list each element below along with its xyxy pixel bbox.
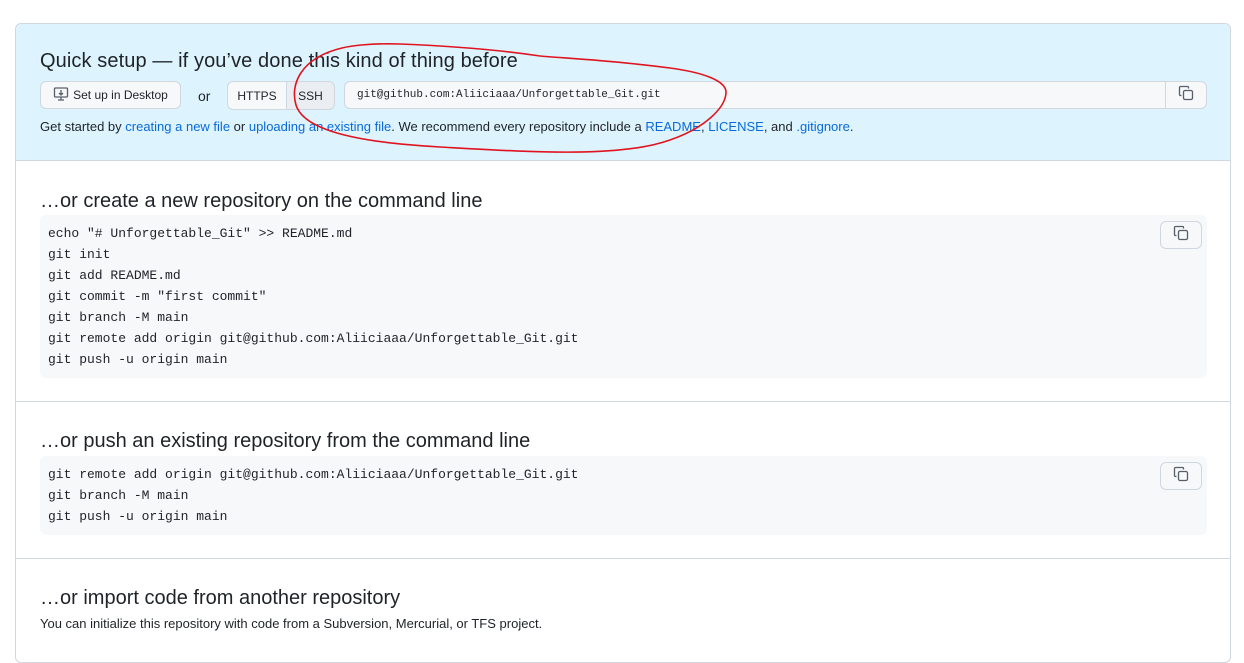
gitignore-link[interactable]: .gitignore (796, 119, 849, 134)
setup-in-desktop-label: Set up in Desktop (73, 88, 168, 102)
quick-setup-title: Quick setup — if you’ve done this kind o… (40, 50, 518, 72)
code-line: git add README.md (48, 268, 181, 283)
copy-push-commands-button[interactable] (1160, 462, 1202, 490)
copy-icon (1173, 225, 1189, 245)
https-button[interactable]: HTTPS (227, 81, 287, 110)
get-started-suffix: . (849, 119, 854, 134)
code-line: git branch -M main (48, 310, 189, 325)
get-started-or: or (230, 119, 249, 134)
code-line: git push -u origin main (48, 509, 228, 524)
code-line: git push -u origin main (48, 352, 228, 367)
or-label: or (198, 88, 211, 104)
import-repo-section: …or import code from another repository … (16, 559, 1230, 662)
get-started-prefix: Get started by (40, 119, 126, 134)
license-link[interactable]: LICENSE (708, 119, 764, 134)
get-started-text: Get started by creating a new file or up… (40, 119, 853, 134)
push-repo-title: …or push an existing repository from the… (40, 430, 531, 452)
push-repo-section: …or push an existing repository from the… (16, 402, 1230, 559)
copy-url-button[interactable] (1165, 81, 1207, 109)
protocol-toggle: HTTPS SSH (227, 81, 335, 110)
code-line: git remote add origin git@github.com:Ali… (48, 331, 579, 346)
setup-in-desktop-button[interactable]: Set up in Desktop (40, 81, 181, 109)
create-repo-code-block: echo "# Unforgettable_Git" >> README.md … (40, 215, 1207, 378)
clone-url-input[interactable] (344, 81, 1166, 109)
code-line: echo "# Unforgettable_Git" >> README.md (48, 226, 353, 241)
desktop-download-icon (53, 86, 69, 105)
create-repo-title: …or create a new repository on the comma… (40, 190, 483, 212)
quick-setup-panel: Quick setup — if you’ve done this kind o… (16, 24, 1230, 161)
code-line: git branch -M main (48, 488, 189, 503)
ssh-button[interactable]: SSH (287, 81, 335, 110)
code-line: git remote add origin git@github.com:Ali… (48, 467, 579, 482)
empty-repo-setup-box: Quick setup — if you’ve done this kind o… (15, 23, 1231, 663)
copy-icon (1178, 85, 1194, 106)
copy-create-commands-button[interactable] (1160, 221, 1202, 249)
get-started-and: , and (763, 119, 797, 134)
push-repo-code-block: git remote add origin git@github.com:Ali… (40, 456, 1207, 535)
create-repo-section: …or create a new repository on the comma… (16, 161, 1230, 402)
uploading-file-link[interactable]: uploading an existing file (249, 119, 391, 134)
creating-new-file-link[interactable]: creating a new file (125, 119, 230, 134)
code-line: git commit -m "first commit" (48, 289, 267, 304)
get-started-recommend: . We recommend every repository include … (391, 119, 646, 134)
import-repo-title: …or import code from another repository (40, 587, 401, 609)
readme-link[interactable]: README (645, 119, 701, 134)
import-repo-description: You can initialize this repository with … (40, 616, 543, 631)
copy-icon (1173, 466, 1189, 486)
code-line: git init (48, 247, 111, 262)
